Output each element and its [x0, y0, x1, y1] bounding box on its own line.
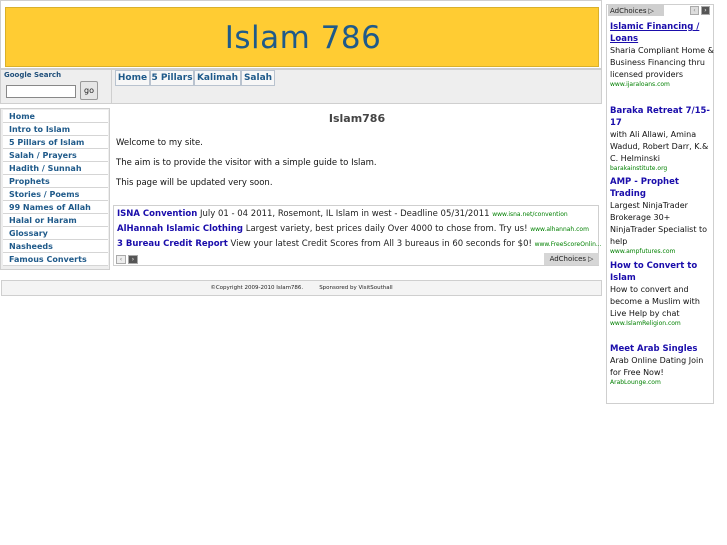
topnav-home[interactable]: Home	[115, 70, 150, 86]
ad-desc: July 01 - 04 2011, Rosemont, IL Islam in…	[200, 209, 490, 219]
right-ad-title[interactable]: Islamic Financing / Loans	[610, 21, 714, 45]
right-ads-next-icon[interactable]: ›	[701, 6, 710, 15]
adchoices-play-icon: ▷	[648, 6, 654, 15]
sidebar-item-famous-converts[interactable]: Famous Converts	[3, 253, 108, 266]
topnav-salah[interactable]: Salah	[241, 70, 275, 86]
ad-title[interactable]: 3 Bureau Credit Report	[117, 239, 228, 249]
site-header: Islam 786	[0, 0, 602, 69]
right-ad-url[interactable]: www.ijaraloans.com	[610, 81, 714, 89]
page-title: Islam786	[328, 112, 386, 125]
ad-url[interactable]: www.FreeScoreOnlin...	[535, 241, 602, 248]
sidebar-item-home[interactable]: Home	[3, 110, 108, 123]
right-ad-desc: Sharia Compliant Home & Business Financi…	[610, 46, 714, 79]
sidebar-item-halal-or-haram[interactable]: Halal or Haram	[3, 214, 108, 227]
adchoices-play-icon: ▷	[588, 255, 594, 263]
top-navigation: Home 5 Pillars Kalimah Salah	[112, 69, 602, 104]
right-ad-item[interactable]: Baraka Retreat 7/15-17 with Ali Allawi, …	[610, 105, 714, 173]
right-ad-title[interactable]: Meet Arab Singles	[610, 343, 714, 355]
right-ads-column: AdChoices ▷ ‹ › Islamic Financing / Loan…	[606, 4, 714, 404]
sidebar-item-99-names[interactable]: 99 Names of Allah	[3, 201, 108, 214]
sidebar-item-hadith-sunnah[interactable]: Hadith / Sunnah	[3, 162, 108, 175]
right-ad-title[interactable]: How to Convert to Islam	[610, 260, 714, 284]
aim-text: The aim is to provide the visitor with a…	[116, 158, 377, 168]
google-search-box: Google Search go	[0, 69, 112, 104]
header-banner: Islam 786	[5, 7, 599, 67]
right-ad-title[interactable]: AMP - Prophet Trading	[610, 176, 714, 200]
update-text: This page will be updated very soon.	[116, 178, 273, 188]
ad-url[interactable]: www.alhannah.com	[530, 226, 589, 233]
right-ad-desc: Largest NinjaTrader Brokerage 30+ NinjaT…	[610, 201, 708, 246]
right-ad-desc: How to convert and become a Muslim with …	[610, 285, 700, 318]
adchoices-badge[interactable]: AdChoices ▷	[544, 253, 599, 265]
page-footer: ©Copyright 2009-2010 Islam786. Sponsored…	[1, 280, 602, 296]
ads-prev-icon[interactable]: ‹	[116, 255, 126, 264]
right-ads-prev-icon[interactable]: ‹	[690, 6, 699, 15]
search-go-button[interactable]: go	[80, 81, 98, 100]
right-ad-item[interactable]: Islamic Financing / Loans Sharia Complia…	[610, 21, 714, 89]
text-ads-block: ISNA Convention July 01 - 04 2011, Rosem…	[113, 205, 602, 266]
sidebar: Home Intro to Islam 5 Pillars of Islam S…	[0, 108, 110, 270]
site-title: Islam 786	[224, 20, 382, 56]
right-ad-desc: with Ali Allawi, Amina Wadud, Robert Dar…	[610, 130, 709, 163]
right-ad-item[interactable]: Meet Arab Singles Arab Online Dating Joi…	[610, 343, 714, 387]
search-label: Google Search	[4, 71, 62, 79]
sidebar-item-intro-to-islam[interactable]: Intro to Islam	[3, 123, 108, 136]
sidebar-item-salah-prayers[interactable]: Salah / Prayers	[3, 149, 108, 162]
ad-item[interactable]: 3 Bureau Credit Report View your latest …	[117, 239, 602, 249]
sponsor-text: Sponsored by VisitSouthall	[319, 285, 393, 291]
topnav-kalimah[interactable]: Kalimah	[194, 70, 241, 86]
right-ad-url[interactable]: www.ampfutures.com	[610, 248, 714, 256]
welcome-text: Welcome to my site.	[116, 138, 203, 148]
adchoices-label: AdChoices	[610, 6, 647, 15]
right-ad-item[interactable]: AMP - Prophet Trading Largest NinjaTrade…	[610, 176, 714, 256]
adchoices-label: AdChoices	[549, 255, 587, 263]
right-ad-url[interactable]: www.IslamReligion.com	[610, 320, 714, 328]
ad-title[interactable]: ISNA Convention	[117, 209, 197, 219]
ad-desc: Largest variety, best prices daily Over …	[245, 224, 528, 234]
right-ad-url[interactable]: ArabLounge.com	[610, 379, 714, 387]
copyright-text: ©Copyright 2009-2010 Islam786.	[210, 285, 304, 291]
ad-url[interactable]: www.isna.net/convention	[492, 211, 567, 218]
sidebar-item-glossary[interactable]: Glossary	[3, 227, 108, 240]
adchoices-badge-top[interactable]: AdChoices ▷	[608, 5, 664, 16]
right-ad-url[interactable]: barakainstitute.org	[610, 165, 714, 173]
sidebar-item-stories-poems[interactable]: Stories / Poems	[3, 188, 108, 201]
ads-next-icon[interactable]: ›	[128, 255, 138, 264]
sidebar-item-nasheeds[interactable]: Nasheeds	[3, 240, 108, 253]
right-ad-title[interactable]: Baraka Retreat 7/15-17	[610, 105, 714, 129]
search-input[interactable]	[6, 85, 76, 98]
ad-desc: View your latest Credit Scores from All …	[230, 239, 532, 249]
right-ad-desc: Arab Online Dating Join for Free Now!	[610, 356, 704, 377]
ad-item[interactable]: ISNA Convention July 01 - 04 2011, Rosem…	[117, 209, 568, 219]
sidebar-item-prophets[interactable]: Prophets	[3, 175, 108, 188]
ad-title[interactable]: AlHannah Islamic Clothing	[117, 224, 243, 234]
topnav-5-pillars[interactable]: 5 Pillars	[150, 70, 194, 86]
main-content: Islam786 Welcome to my site. The aim is …	[112, 108, 602, 270]
sidebar-item-5-pillars[interactable]: 5 Pillars of Islam	[3, 136, 108, 149]
ad-item[interactable]: AlHannah Islamic Clothing Largest variet…	[117, 224, 589, 234]
right-ad-item[interactable]: How to Convert to Islam How to convert a…	[610, 260, 714, 328]
